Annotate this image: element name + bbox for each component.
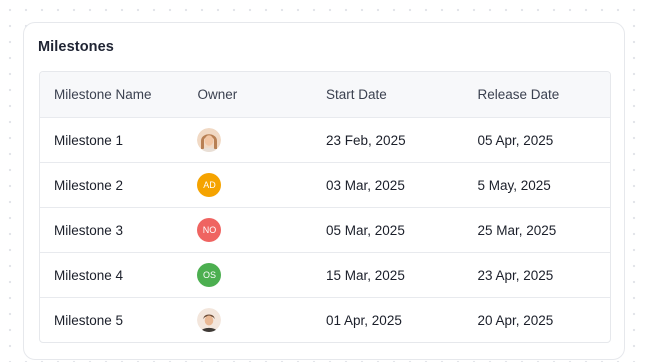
man-avatar-photo[interactable] xyxy=(197,308,222,332)
milestone-name: Milestone 5 xyxy=(54,312,124,328)
start-date: 03 Mar, 2025 xyxy=(326,177,405,193)
milestone-name: Milestone 4 xyxy=(54,267,124,283)
owner-avatar-initials[interactable]: OS xyxy=(197,263,222,287)
start-date: 23 Feb, 2025 xyxy=(326,132,406,148)
owner-avatar-initials[interactable]: NO xyxy=(197,218,222,242)
owner-cell xyxy=(197,128,326,152)
card-title: Milestones xyxy=(38,39,114,55)
header-owner[interactable]: Owner xyxy=(197,87,326,102)
release-date: 05 Apr, 2025 xyxy=(477,132,554,148)
woman-avatar-photo[interactable] xyxy=(197,128,222,152)
table-row[interactable]: Milestone 4 OS 15 Mar, 2025 23 Apr, 2025 xyxy=(40,252,610,297)
start-date: 05 Mar, 2025 xyxy=(326,222,405,238)
owner-avatar-initials[interactable]: AD xyxy=(197,173,222,197)
milestone-name: Milestone 2 xyxy=(54,177,124,193)
release-date: 23 Apr, 2025 xyxy=(477,267,554,283)
table-row[interactable]: Milestone 5 01 Apr, 2025 20 Apr, 2025 xyxy=(40,297,610,342)
release-date: 25 Mar, 2025 xyxy=(477,222,557,238)
start-date: 01 Apr, 2025 xyxy=(326,312,402,328)
owner-cell: AD xyxy=(197,173,326,197)
owner-cell: NO xyxy=(197,218,326,242)
table-row[interactable]: Milestone 2 AD 03 Mar, 2025 5 May, 2025 xyxy=(40,162,610,207)
table-header-row: Milestone Name Owner Start Date Release … xyxy=(40,72,610,117)
milestone-name: Milestone 3 xyxy=(54,222,124,238)
owner-cell: OS xyxy=(197,263,326,287)
table-row[interactable]: Milestone 1 23 Feb, 2025 05 Apr, 2025 xyxy=(40,117,610,162)
header-release-date[interactable]: Release Date xyxy=(477,87,610,102)
table-row[interactable]: Milestone 3 NO 05 Mar, 2025 25 Mar, 2025 xyxy=(40,207,610,252)
header-milestone-name[interactable]: Milestone Name xyxy=(40,87,197,102)
release-date: 5 May, 2025 xyxy=(477,177,551,193)
milestones-table: Milestone Name Owner Start Date Release … xyxy=(39,71,611,343)
release-date: 20 Apr, 2025 xyxy=(477,312,554,328)
milestone-name: Milestone 1 xyxy=(54,132,124,148)
milestones-card: Milestones Milestone Name Owner Start Da… xyxy=(23,22,625,360)
start-date: 15 Mar, 2025 xyxy=(326,267,405,283)
header-start-date[interactable]: Start Date xyxy=(326,87,477,102)
owner-cell xyxy=(197,308,326,332)
